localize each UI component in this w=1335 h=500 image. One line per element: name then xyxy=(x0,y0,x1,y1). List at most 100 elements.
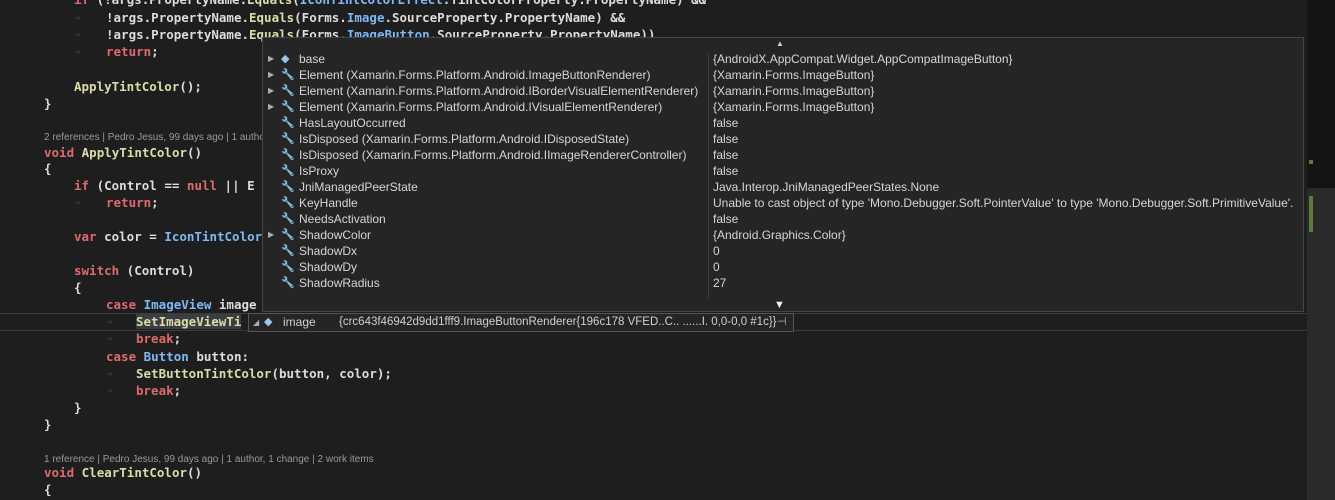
code-token: void xyxy=(44,465,75,480)
watch-row[interactable]: 🔧 IsProxy false xyxy=(263,163,1303,179)
code-line[interactable]: break; xyxy=(136,382,181,399)
code-line[interactable]: !args.PropertyName.Equals(Forms.Image.So… xyxy=(106,9,625,26)
watch-row-name: Element (Xamarin.Forms.Platform.Android.… xyxy=(299,68,651,82)
watch-row-value[interactable]: false xyxy=(713,211,738,227)
code-line[interactable]: switch (Control) xyxy=(74,262,194,279)
watch-row-value[interactable]: {AndroidX.AppCompat.Widget.AppCompatImag… xyxy=(713,51,1013,67)
wrench-icon: 🔧 xyxy=(281,101,295,113)
code-token: ; xyxy=(173,331,182,346)
code-line[interactable]: SetButtonTintColor(button, color); xyxy=(136,365,392,382)
expand-arrow-icon[interactable]: ▶ xyxy=(268,227,274,243)
code-token: switch xyxy=(74,263,120,278)
code-token: SetButtonTintColor xyxy=(136,366,272,381)
code-token: void xyxy=(44,145,75,160)
watch-row[interactable]: ▶ 🔧 Element (Xamarin.Forms.Platform.Androi… xyxy=(263,67,1303,83)
indent-guide: → xyxy=(74,196,81,209)
watch-row-name: JniManagedPeerState xyxy=(299,180,418,194)
code-line[interactable]: { xyxy=(74,279,82,296)
code-token: ImageView xyxy=(136,297,212,312)
code-line[interactable]: } xyxy=(74,399,82,416)
code-line[interactable]: void ClearTintColor() xyxy=(44,464,202,481)
watch-row-name: IsDisposed (Xamarin.Forms.Platform.Andro… xyxy=(299,148,687,162)
watch-row-value[interactable]: Unable to cast object of type 'Mono.Debu… xyxy=(713,195,1293,211)
watch-row-value[interactable]: false xyxy=(713,115,738,131)
code-line[interactable]: case ImageView image xyxy=(106,296,257,313)
watch-row[interactable]: 🔧 ShadowRadius 27 xyxy=(263,275,1303,291)
wrench-icon: 🔧 xyxy=(281,245,295,257)
watch-row-name: ShadowColor xyxy=(299,228,372,242)
code-token: IconTintColorEffect xyxy=(300,0,443,7)
indent-guide: → xyxy=(106,315,113,328)
code-line[interactable]: var color = IconTintColor xyxy=(74,228,262,245)
codelens-info[interactable]: 2 references | Pedro Jesus, 99 days ago … xyxy=(44,130,268,145)
code-line[interactable]: ApplyTintColor(); xyxy=(74,78,202,95)
expand-arrow-icon[interactable]: ▶ xyxy=(268,83,274,99)
watch-row[interactable]: ▶ 🔧 Element (Xamarin.Forms.Platform.Androi… xyxy=(263,99,1303,115)
watch-row-value[interactable]: {Android.Graphics.Color} xyxy=(713,227,846,243)
watch-row[interactable]: 🔧 IsDisposed (Xamarin.Forms.Platform.Andr… xyxy=(263,147,1303,163)
indent-guide: → xyxy=(106,384,113,397)
code-token: ; xyxy=(173,383,182,398)
datatip-expanded-panel[interactable]: ▲ ▶ ◆ base {AndroidX.AppCompat.Widget.AppCo… xyxy=(262,37,1304,312)
code-line[interactable]: void ApplyTintColor() xyxy=(44,144,202,161)
code-token: () xyxy=(187,465,203,480)
code-token: ApplyTintColor xyxy=(81,145,187,160)
watch-row[interactable]: ▶ 🔧 Element (Xamarin.Forms.Platform.Androi… xyxy=(263,83,1303,99)
watch-row-value[interactable]: false xyxy=(713,163,738,179)
code-token: (); xyxy=(179,79,202,94)
watch-row-value[interactable]: {Xamarin.Forms.ImageButton} xyxy=(713,83,874,99)
wrench-icon: 🔧 xyxy=(281,197,295,209)
code-line[interactable]: return; xyxy=(106,43,159,60)
wrench-icon: 🔧 xyxy=(281,229,295,241)
watch-row[interactable]: 🔧 JniManagedPeerState Java.Interop.JniMana… xyxy=(263,179,1303,195)
watch-row-name: KeyHandle xyxy=(299,196,358,210)
code-line[interactable]: SetImageViewTi xyxy=(136,313,242,330)
expand-arrow-icon[interactable]: ◢ xyxy=(253,314,259,331)
watch-row-value[interactable]: 0 xyxy=(713,243,720,259)
indent-guide: → xyxy=(106,332,113,345)
code-token: } xyxy=(74,400,82,415)
code-token: button xyxy=(279,366,325,381)
watch-row-value[interactable]: {Xamarin.Forms.ImageButton} xyxy=(713,99,874,115)
code-line[interactable]: break; xyxy=(136,330,181,347)
code-line[interactable]: { xyxy=(44,160,52,177)
code-token: ; xyxy=(151,195,159,210)
code-line[interactable]: if (!args.PropertyName.Equals(IconTintCo… xyxy=(74,0,706,8)
code-token: if xyxy=(74,0,89,7)
code-line[interactable]: if (Control == null || E xyxy=(74,177,255,194)
code-line[interactable]: } xyxy=(44,95,52,112)
watch-row[interactable]: 🔧 ShadowDy 0 xyxy=(263,259,1303,275)
watch-row[interactable]: 🔧 IsDisposed (Xamarin.Forms.Platform.Andr… xyxy=(263,131,1303,147)
watch-row[interactable]: 🔧 HasLayoutOccurred false xyxy=(263,115,1303,131)
watch-row-value[interactable]: Java.Interop.JniManagedPeerStates.None xyxy=(713,179,939,195)
code-token: ClearTintColor xyxy=(81,465,187,480)
watch-row-value[interactable]: {Xamarin.Forms.ImageButton} xyxy=(713,67,874,83)
expand-arrow-icon[interactable]: ▶ xyxy=(268,99,274,115)
code-token: case xyxy=(106,297,137,312)
watch-row[interactable]: 🔧 NeedsActivation false xyxy=(263,211,1303,227)
watch-row-value[interactable]: false xyxy=(713,147,738,163)
watch-row[interactable]: 🔧 ShadowDx 0 xyxy=(263,243,1303,259)
watch-row[interactable]: ▶ 🔧 ShadowColor {Android.Graphics.Color} xyxy=(263,227,1303,243)
expand-arrow-icon[interactable]: ▶ xyxy=(268,51,274,67)
code-line[interactable]: return; xyxy=(106,194,159,211)
code-token: return xyxy=(106,195,152,210)
pin-icon[interactable]: ⊣ xyxy=(777,314,787,331)
watch-row-value[interactable]: 27 xyxy=(713,275,726,291)
code-line[interactable]: case Button button: xyxy=(106,348,249,365)
scroll-up-arrow-icon[interactable]: ▲ xyxy=(776,39,784,48)
code-line[interactable]: { xyxy=(44,481,52,498)
expand-arrow-icon[interactable]: ▶ xyxy=(268,67,274,83)
datatip-value[interactable]: {crc643f46942d9dd1fff9.ImageButtonRender… xyxy=(339,314,777,331)
code-token: IconTintColor xyxy=(164,229,263,244)
watch-row-value[interactable]: false xyxy=(713,131,738,147)
code-line[interactable]: } xyxy=(44,416,52,433)
wrench-icon: 🔧 xyxy=(281,149,295,161)
code-token: .TintColorProperty.PropertyName) && xyxy=(443,0,706,7)
datatip[interactable]: ◢ ◆ image {crc643f46942d9dd1fff9.ImageBu… xyxy=(248,313,794,332)
watch-row[interactable]: 🔧 KeyHandle Unable to cast object of type … xyxy=(263,195,1303,211)
scroll-down-arrow-icon[interactable]: ▼ xyxy=(774,299,785,311)
watch-row-value[interactable]: 0 xyxy=(713,259,720,275)
watch-row[interactable]: ▶ ◆ base {AndroidX.AppCompat.Widget.AppComp… xyxy=(263,51,1303,67)
indent-guide: → xyxy=(74,28,81,41)
